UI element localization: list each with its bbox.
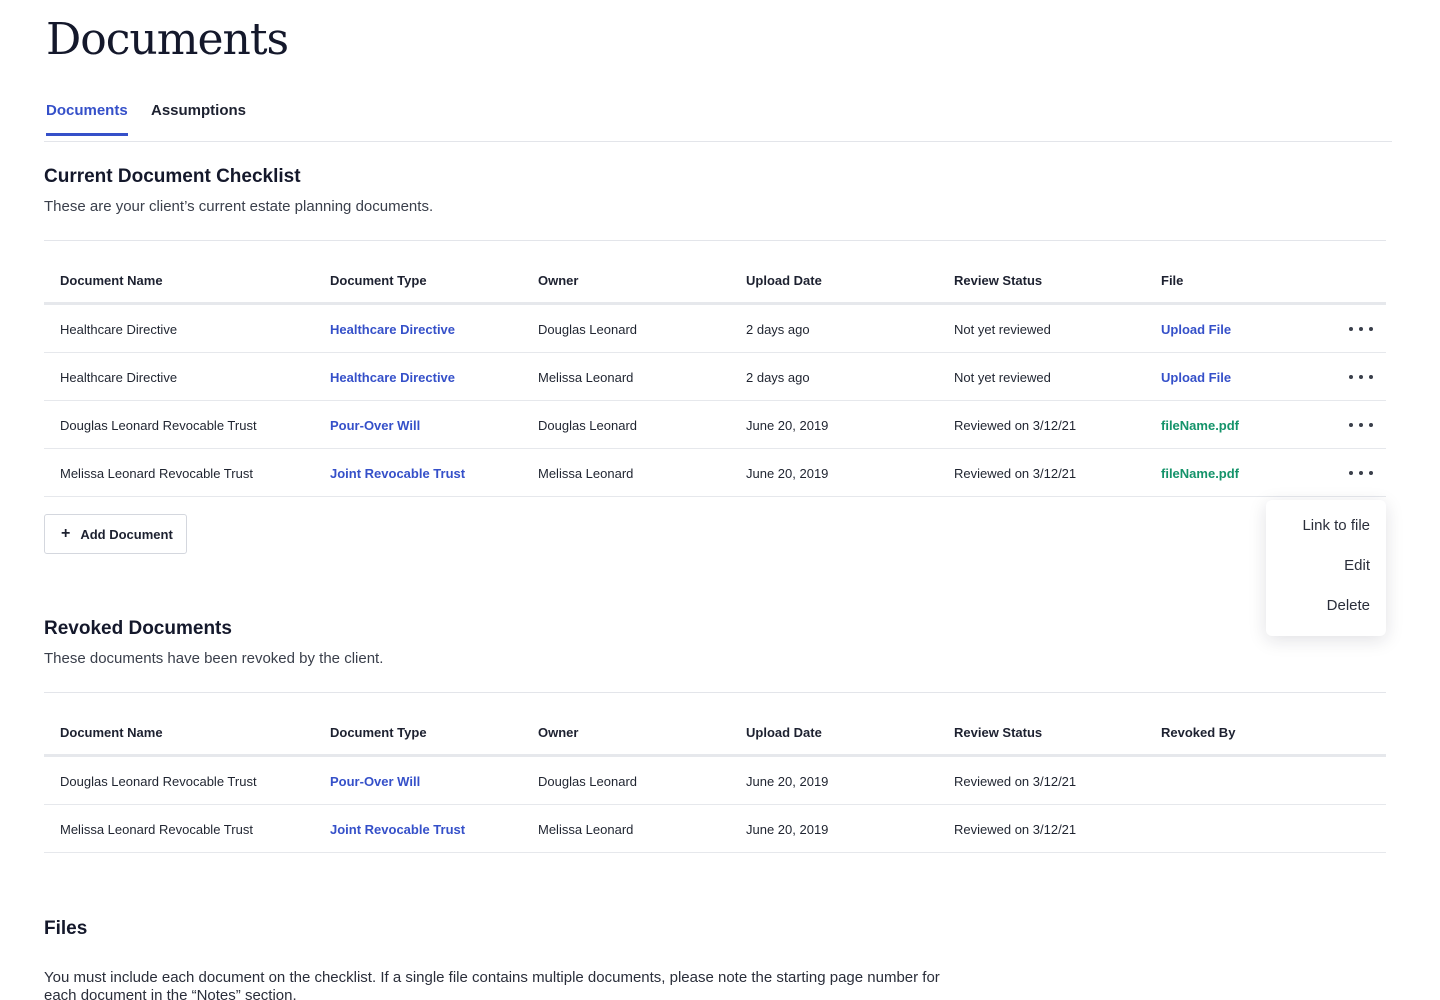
plus-icon: + xyxy=(61,525,71,542)
review-status: Reviewed on 3/12/21 xyxy=(954,466,1077,481)
document-type-link[interactable]: Pour-Over Will xyxy=(330,774,420,789)
file-link[interactable]: fileName.pdf xyxy=(1161,466,1239,481)
column-header-document-type[interactable]: Document Type xyxy=(330,273,427,288)
upload-file-link[interactable]: Upload File xyxy=(1161,370,1231,385)
table-row: Melissa Leonard Revocable Trust Joint Re… xyxy=(44,805,1386,853)
column-header-upload-date[interactable]: Upload Date xyxy=(746,725,822,740)
files-section-title: Files xyxy=(44,918,88,939)
column-header-document-name[interactable]: Document Name xyxy=(60,725,163,740)
add-document-label: Add Document xyxy=(80,526,173,542)
upload-date: June 20, 2019 xyxy=(746,822,829,837)
revoked-documents-table: Document Name Document Type Owner Upload… xyxy=(44,692,1386,853)
document-type-link[interactable]: Joint Revocable Trust xyxy=(330,822,465,837)
owner: Douglas Leonard xyxy=(538,774,638,789)
upload-date: 2 days ago xyxy=(746,322,810,337)
document-type-link[interactable]: Pour-Over Will xyxy=(330,418,420,433)
revoked-section-title: Revoked Documents xyxy=(44,618,232,639)
document-name: Douglas Leonard Revocable Trust xyxy=(60,774,257,789)
owner: Melissa Leonard xyxy=(538,466,634,481)
column-header-revoked-by[interactable]: Revoked By xyxy=(1161,725,1235,740)
document-name: Douglas Leonard Revocable Trust xyxy=(60,418,257,433)
add-document-button[interactable]: + Add Document xyxy=(44,514,187,554)
column-header-document-name[interactable]: Document Name xyxy=(60,273,163,288)
document-name: Healthcare Directive xyxy=(60,322,178,337)
table-row: Healthcare Directive Healthcare Directiv… xyxy=(44,353,1386,401)
owner: Melissa Leonard xyxy=(538,822,634,837)
table-row: Douglas Leonard Revocable Trust Pour-Ove… xyxy=(44,401,1386,449)
current-section-title: Current Document Checklist xyxy=(44,166,301,187)
column-header-owner[interactable]: Owner xyxy=(538,273,578,288)
review-status: Reviewed on 3/12/21 xyxy=(954,774,1077,789)
table-row: Douglas Leonard Revocable Trust Pour-Ove… xyxy=(44,757,1386,805)
table-row: Healthcare Directive Healthcare Directiv… xyxy=(44,305,1386,353)
current-documents-table: Document Name Document Type Owner Upload… xyxy=(44,240,1386,497)
tab-documents[interactable]: Documents xyxy=(46,102,128,136)
row-actions-menu: Link to file Edit Delete xyxy=(1266,500,1386,636)
column-header-review-status[interactable]: Review Status xyxy=(954,273,1042,288)
document-name: Melissa Leonard Revocable Trust xyxy=(60,822,253,837)
column-header-review-status[interactable]: Review Status xyxy=(954,725,1042,740)
review-status: Not yet reviewed xyxy=(954,370,1051,385)
current-section-description: These are your client’s current estate p… xyxy=(44,198,434,215)
more-options-icon[interactable] xyxy=(1349,367,1373,387)
document-type-link[interactable]: Healthcare Directive xyxy=(330,370,455,385)
menu-item-delete[interactable]: Delete xyxy=(1282,590,1370,630)
file-link[interactable]: fileName.pdf xyxy=(1161,418,1239,433)
menu-item-link-to-file[interactable]: Link to file xyxy=(1282,510,1370,550)
column-header-upload-date[interactable]: Upload Date xyxy=(746,273,822,288)
upload-date: June 20, 2019 xyxy=(746,418,829,433)
column-header-file[interactable]: File xyxy=(1161,273,1183,288)
document-type-link[interactable]: Healthcare Directive xyxy=(330,322,455,337)
tab-assumptions[interactable]: Assumptions xyxy=(151,102,246,133)
more-options-icon[interactable] xyxy=(1349,463,1373,483)
review-status: Not yet reviewed xyxy=(954,322,1051,337)
review-status: Reviewed on 3/12/21 xyxy=(954,418,1077,433)
document-name: Melissa Leonard Revocable Trust xyxy=(60,466,253,481)
files-section-description: You must include each document on the ch… xyxy=(44,969,940,1000)
menu-item-edit[interactable]: Edit xyxy=(1282,550,1370,590)
owner: Douglas Leonard xyxy=(538,322,638,337)
upload-date: June 20, 2019 xyxy=(746,466,829,481)
column-header-document-type[interactable]: Document Type xyxy=(330,725,427,740)
document-name: Healthcare Directive xyxy=(60,370,178,385)
upload-file-link[interactable]: Upload File xyxy=(1161,322,1231,337)
page-title: Documents xyxy=(46,14,289,65)
document-type-link[interactable]: Joint Revocable Trust xyxy=(330,466,465,481)
owner: Melissa Leonard xyxy=(538,370,634,385)
column-header-owner[interactable]: Owner xyxy=(538,725,578,740)
upload-date: 2 days ago xyxy=(746,370,810,385)
tab-bar: Documents Assumptions xyxy=(44,88,1392,142)
table-header: Document Name Document Type Owner Upload… xyxy=(44,693,1386,757)
review-status: Reviewed on 3/12/21 xyxy=(954,822,1077,837)
more-options-icon[interactable] xyxy=(1349,415,1373,435)
table-row: Melissa Leonard Revocable Trust Joint Re… xyxy=(44,449,1386,497)
revoked-section-description: These documents have been revoked by the… xyxy=(44,650,384,667)
owner: Douglas Leonard xyxy=(538,418,638,433)
more-options-icon[interactable] xyxy=(1349,319,1373,339)
upload-date: June 20, 2019 xyxy=(746,774,829,789)
table-header: Document Name Document Type Owner Upload… xyxy=(44,241,1386,305)
